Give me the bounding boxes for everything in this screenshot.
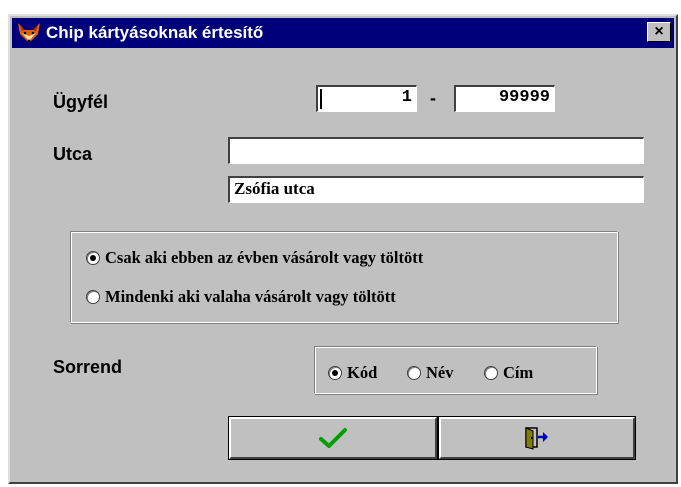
street-selected-field[interactable]: Zsófia utca — [228, 176, 644, 203]
exit-button[interactable] — [439, 417, 635, 459]
street-selected-value: Zsófia utca — [234, 179, 315, 198]
customer-to-value: 99999 — [498, 88, 550, 107]
sort-label: Sorrend — [53, 357, 123, 377]
purchase-filter-group — [70, 231, 618, 323]
ok-button[interactable] — [229, 417, 437, 459]
title-bar[interactable]: Chip kártyásoknak értesítő × — [12, 18, 674, 48]
range-separator: - — [430, 88, 436, 108]
customer-from-input[interactable]: 1 — [316, 85, 417, 112]
close-icon: × — [654, 23, 664, 40]
radio-button-unchecked[interactable] — [407, 366, 421, 380]
sort-radio-address[interactable]: Cím — [484, 363, 533, 383]
close-button[interactable]: × — [647, 22, 671, 42]
radio-button-checked[interactable] — [328, 366, 342, 380]
radio-this-year[interactable]: Csak aki ebben az évben vásárolt vagy tö… — [86, 248, 423, 268]
dialog-window: Chip kártyásoknak értesítő × Ügyfél 1 - … — [8, 14, 678, 484]
sort-radio-name[interactable]: Név — [407, 363, 454, 383]
exit-door-icon — [525, 427, 548, 450]
window-title: Chip kártyásoknak értesítő — [46, 23, 264, 42]
customer-to-input[interactable]: 99999 — [454, 85, 555, 112]
customer-label: Ügyfél — [53, 92, 109, 112]
radio-button-unchecked[interactable] — [484, 366, 498, 380]
checkmark-icon — [319, 428, 347, 448]
fox-head-icon — [18, 23, 40, 43]
customer-from-value: 1 — [401, 88, 412, 107]
street-input[interactable] — [228, 137, 644, 164]
radio-this-year-label: Csak aki ebben az évben vásárolt vagy tö… — [105, 248, 424, 267]
street-label: Utca — [53, 144, 93, 164]
sort-radio-code[interactable]: Kód — [328, 363, 377, 383]
radio-button-unchecked[interactable] — [86, 290, 100, 304]
sort-address-label: Cím — [503, 363, 534, 382]
text-cursor — [320, 89, 322, 109]
radio-ever-label: Mindenki aki valaha vásárolt vagy töltöt… — [105, 287, 396, 306]
radio-button-checked[interactable] — [86, 251, 100, 265]
sort-name-label: Név — [426, 363, 454, 382]
radio-ever[interactable]: Mindenki aki valaha vásárolt vagy töltöt… — [86, 287, 396, 307]
sort-code-label: Kód — [347, 363, 378, 382]
